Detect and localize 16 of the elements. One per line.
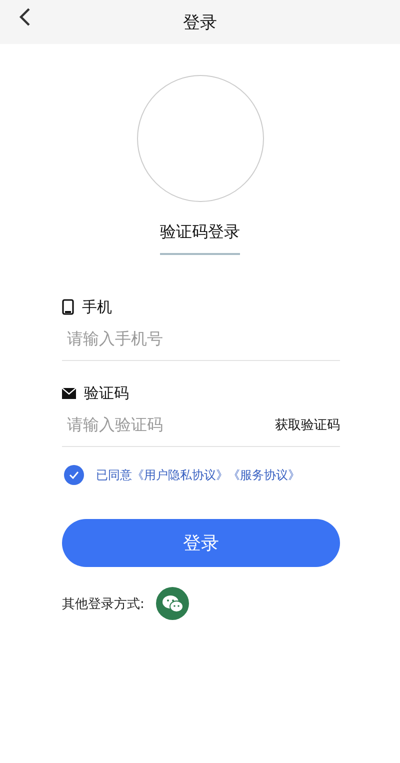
- field-label: 验证码: [84, 384, 129, 402]
- get-code-button[interactable]: 获取验证码: [275, 416, 340, 434]
- agreement-link[interactable]: 《服务协议》: [228, 466, 300, 484]
- chat-bubbles-icon: [162, 594, 184, 612]
- other-login-label: 其他登录方式:: [62, 596, 144, 612]
- agreement-link[interactable]: 《用户隐私协议》: [132, 466, 228, 484]
- login-tab[interactable]: 验证码登录: [160, 222, 240, 255]
- phone-icon: [62, 299, 74, 315]
- agree-text: 已同意: [96, 466, 132, 484]
- checkmark-icon: [69, 471, 79, 479]
- agree-checkbox[interactable]: [64, 465, 84, 485]
- chat-login-button[interactable]: [156, 587, 190, 620]
- page-title: 登录: [183, 12, 217, 34]
- login-button[interactable]: 登录: [62, 519, 340, 567]
- field-label: 手机: [82, 298, 112, 316]
- envelope-icon: [62, 388, 76, 398]
